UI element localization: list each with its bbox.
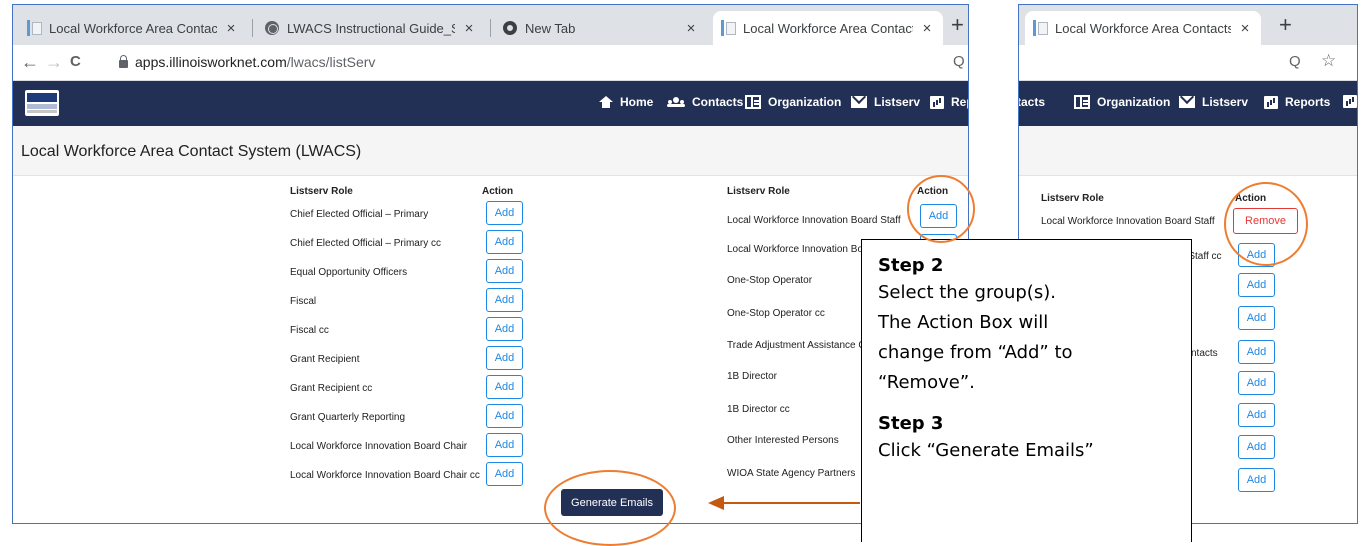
pointer-arrow <box>708 496 860 510</box>
